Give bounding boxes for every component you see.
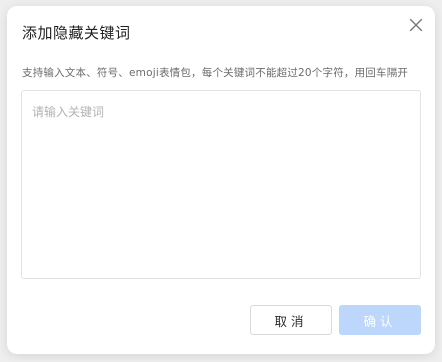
confirm-button-label: 确认 (363, 313, 397, 329)
keyword-input-container (21, 90, 421, 279)
dialog-description: 支持输入文本、符号、emoji表情包，每个关键词不能超过20个字符，用回车隔开 (22, 67, 409, 79)
cancel-button[interactable]: 取消 (250, 305, 332, 335)
confirm-button[interactable]: 确认 (339, 305, 421, 335)
dialog-title: 添加隐藏关键词 (22, 24, 131, 42)
cancel-button-label: 取消 (274, 313, 308, 329)
add-hidden-keyword-dialog: 添加隐藏关键词 支持输入文本、符号、emoji表情包，每个关键词不能超过20个字… (7, 6, 435, 354)
close-icon[interactable] (407, 16, 425, 34)
keyword-input[interactable] (22, 91, 420, 278)
